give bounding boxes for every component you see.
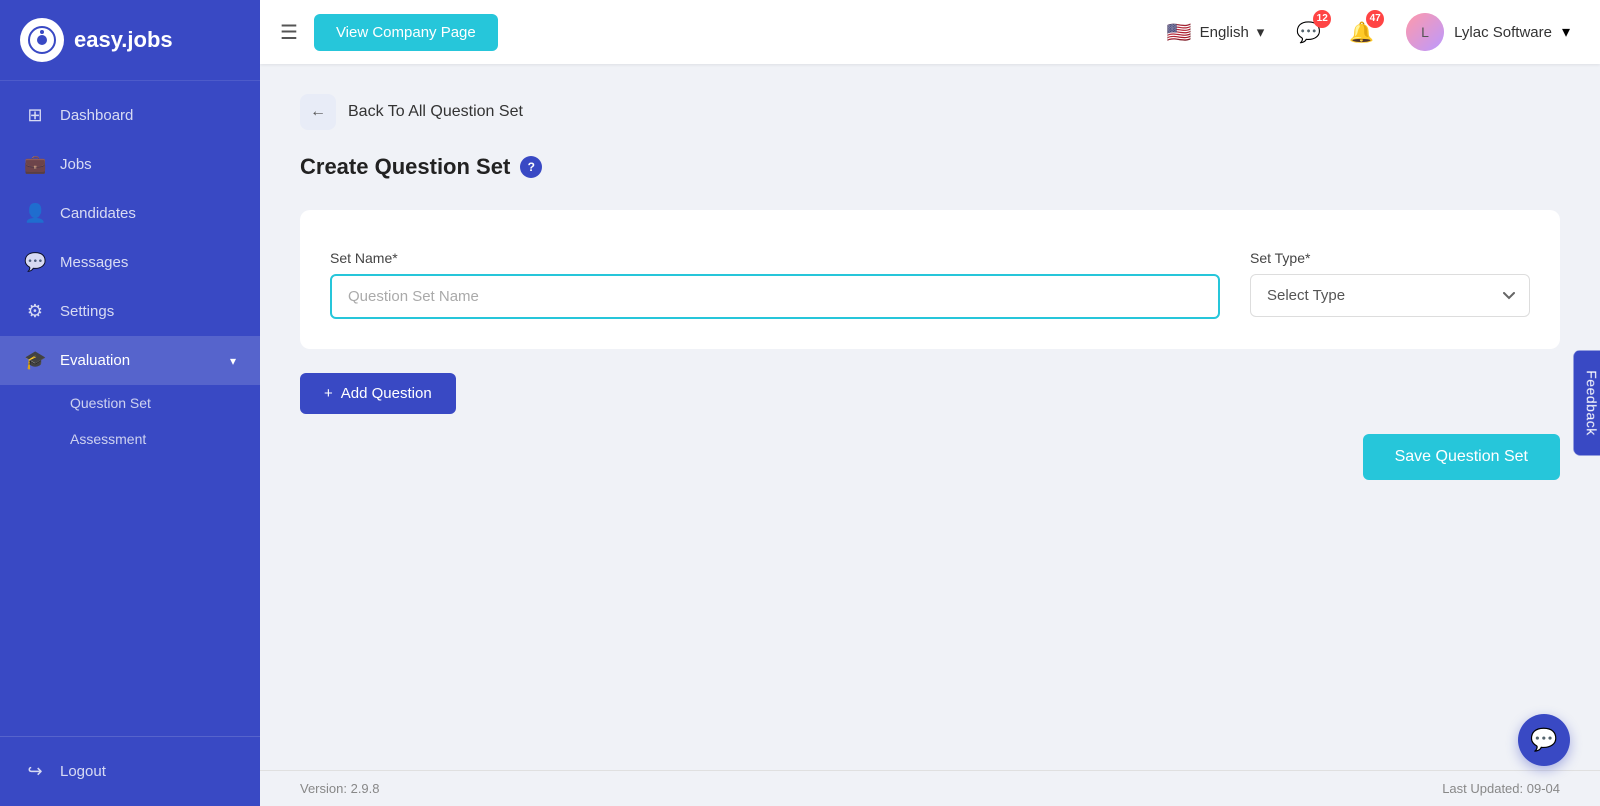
view-company-button[interactable]: View Company Page [314,14,498,51]
messages-badge: 12 [1313,10,1331,28]
user-name: Lylac Software [1454,24,1552,41]
chevron-down-icon: ▾ [1562,22,1570,42]
back-link[interactable]: ← Back To All Question Set [300,94,1560,130]
sidebar-item-jobs[interactable]: 💼 Jobs [0,140,260,189]
sub-nav: Question Set Assessment [0,385,260,457]
feedback-tab[interactable]: Feedback [1573,350,1600,455]
header: ☰ View Company Page 🇺🇸 English ▾ 💬 12 🔔 … [260,0,1600,64]
evaluation-icon: 🎓 [24,350,46,371]
sidebar-item-candidates[interactable]: 👤 Candidates [0,189,260,238]
avatar: L [1406,13,1444,51]
chat-button[interactable]: 💬 [1518,714,1570,766]
sidebar-item-label: Evaluation [60,352,130,369]
set-type-group: Set Type* Select Type Quiz Interview Ass… [1250,250,1530,317]
chevron-down-icon: ▾ [1257,23,1265,41]
form-row: Set Name* Set Type* Select Type Quiz Int… [330,250,1530,319]
footer: Version: 2.9.8 Last Updated: 09-04 [260,770,1600,806]
language-selector[interactable]: 🇺🇸 English ▾ [1157,14,1275,51]
page-content: ← Back To All Question Set Create Questi… [260,64,1600,770]
menu-icon[interactable]: ☰ [280,20,298,45]
svg-text:L: L [1421,24,1429,40]
back-label: Back To All Question Set [348,103,523,121]
sidebar-item-label: Dashboard [60,107,133,124]
jobs-icon: 💼 [24,154,46,175]
sidebar-item-evaluation[interactable]: 🎓 Evaluation ▾ [0,336,260,385]
language-label: English [1200,24,1249,41]
set-type-label: Set Type* [1250,250,1530,266]
notifications-button[interactable]: 🔔 47 [1343,14,1380,51]
sidebar-item-label: Logout [60,763,106,780]
sidebar-bottom: ↪ Logout [0,736,260,806]
sidebar-item-label: Jobs [60,156,92,173]
page-title: Create Question Set [300,154,510,180]
sidebar-nav: ⊞ Dashboard 💼 Jobs 👤 Candidates 💬 Messag… [0,81,260,736]
messages-button[interactable]: 💬 12 [1290,14,1327,51]
chat-icon: 💬 [1530,727,1557,753]
main-content: ☰ View Company Page 🇺🇸 English ▾ 💬 12 🔔 … [260,0,1600,806]
sidebar-item-question-set[interactable]: Question Set [60,385,260,421]
user-menu[interactable]: L Lylac Software ▾ [1396,7,1580,57]
sidebar-item-messages[interactable]: 💬 Messages [0,238,260,287]
notifications-badge: 47 [1366,10,1384,28]
sidebar-item-label: Settings [60,303,114,320]
save-question-set-button[interactable]: Save Question Set [1363,434,1560,480]
sidebar-item-dashboard[interactable]: ⊞ Dashboard [0,91,260,140]
sidebar-logo: easy.jobs [0,0,260,81]
page-title-row: Create Question Set ? [300,154,1560,180]
form-card: Set Name* Set Type* Select Type Quiz Int… [300,210,1560,349]
sidebar-item-label: Messages [60,254,128,271]
candidates-icon: 👤 [24,203,46,224]
add-question-label: Add Question [341,385,432,402]
plus-icon: + [324,385,333,402]
sidebar: easy.jobs ⊞ Dashboard 💼 Jobs 👤 Candidate… [0,0,260,806]
version-label: Version: 2.9.8 [300,781,380,796]
set-type-select[interactable]: Select Type Quiz Interview Assessment [1250,274,1530,317]
help-icon[interactable]: ? [520,156,542,178]
sidebar-item-logout[interactable]: ↪ Logout [0,747,260,796]
add-question-button[interactable]: + Add Question [300,373,456,414]
sidebar-item-assessment[interactable]: Assessment [60,421,260,457]
logo-icon [20,18,64,62]
settings-icon: ⚙ [24,301,46,322]
back-button[interactable]: ← [300,94,336,130]
sidebar-item-settings[interactable]: ⚙ Settings [0,287,260,336]
last-updated-label: Last Updated: 09-04 [1442,781,1560,796]
home-icon: ⊞ [24,105,46,126]
arrow-left-icon: ← [310,103,326,121]
set-name-input[interactable] [330,274,1220,319]
sidebar-item-label: Candidates [60,205,136,222]
set-name-group: Set Name* [330,250,1220,319]
logo-text: easy.jobs [74,27,173,53]
flag-icon: 🇺🇸 [1167,20,1192,45]
messages-icon: 💬 [24,252,46,273]
chevron-down-icon: ▾ [230,354,236,368]
logout-icon: ↪ [24,761,46,782]
set-name-label: Set Name* [330,250,1220,266]
